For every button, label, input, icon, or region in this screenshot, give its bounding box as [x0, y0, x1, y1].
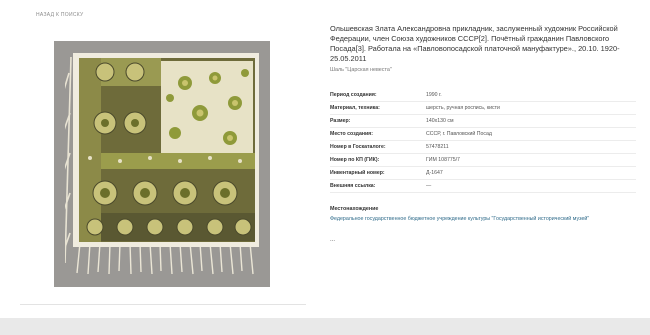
- attribute-label: Материал, техника:: [330, 105, 380, 111]
- attributes-table: Период создания: 1990 г. Материал, техни…: [330, 89, 636, 193]
- attribute-row: Размер: 140x130 см: [330, 115, 636, 128]
- object-name: Шаль "Царская невеста": [330, 67, 392, 73]
- shawl-illustration: [65, 53, 259, 275]
- attribute-row: Место создания: СССР, г. Павловский Поса…: [330, 128, 636, 141]
- attribute-value: Д-1647: [426, 170, 443, 176]
- attribute-row: Материал, техника: шерсть, ручная роспис…: [330, 102, 636, 115]
- attribute-value[interactable]: —: [426, 180, 431, 193]
- attribute-value: ГИМ 108775/7: [426, 157, 460, 163]
- attribute-row: Период создания: 1990 г.: [330, 89, 636, 102]
- attribute-value: 57478211: [426, 144, 449, 150]
- page-footer: [0, 318, 650, 335]
- details-column: Ольшевская Злата Александровна прикладни…: [330, 24, 636, 243]
- attribute-label: Номер в Госкаталоге:: [330, 144, 386, 150]
- attribute-label: Внешняя ссылка:: [330, 183, 376, 189]
- attribute-label: Номер по КП (ГИК):: [330, 157, 380, 163]
- attribute-value: СССР, г. Павловский Посад: [426, 131, 492, 137]
- more-indicator: ...: [330, 237, 336, 243]
- attribute-value: шерсть, ручная роспись, кисти: [426, 105, 500, 111]
- attribute-label: Инвентарный номер:: [330, 170, 385, 176]
- image-column: [20, 24, 306, 305]
- attribute-label: Место создания:: [330, 131, 373, 137]
- attribute-label: Период создания:: [330, 92, 377, 98]
- attribute-value: 140x130 см: [426, 118, 454, 124]
- page: НАЗАД К ПОИСКУ Ольшевская Злата Александ…: [0, 0, 650, 318]
- attribute-row: Номер по КП (ГИК): ГИМ 108775/7: [330, 154, 636, 167]
- attribute-value: 1990 г.: [426, 92, 442, 98]
- attribute-row: Внешняя ссылка: —: [330, 180, 636, 193]
- attribute-row: Инвентарный номер: Д-1647: [330, 167, 636, 180]
- object-author-title: Ольшевская Злата Александровна прикладни…: [330, 24, 620, 63]
- museum-link[interactable]: Федеральное государственное бюджетное уч…: [330, 216, 589, 222]
- back-to-search-link[interactable]: НАЗАД К ПОИСКУ: [36, 12, 84, 18]
- object-image[interactable]: [54, 41, 270, 287]
- attribute-row: Номер в Госкаталоге: 57478211: [330, 141, 636, 154]
- attribute-label: Размер:: [330, 118, 351, 124]
- location-heading: Местонахождение: [330, 206, 379, 212]
